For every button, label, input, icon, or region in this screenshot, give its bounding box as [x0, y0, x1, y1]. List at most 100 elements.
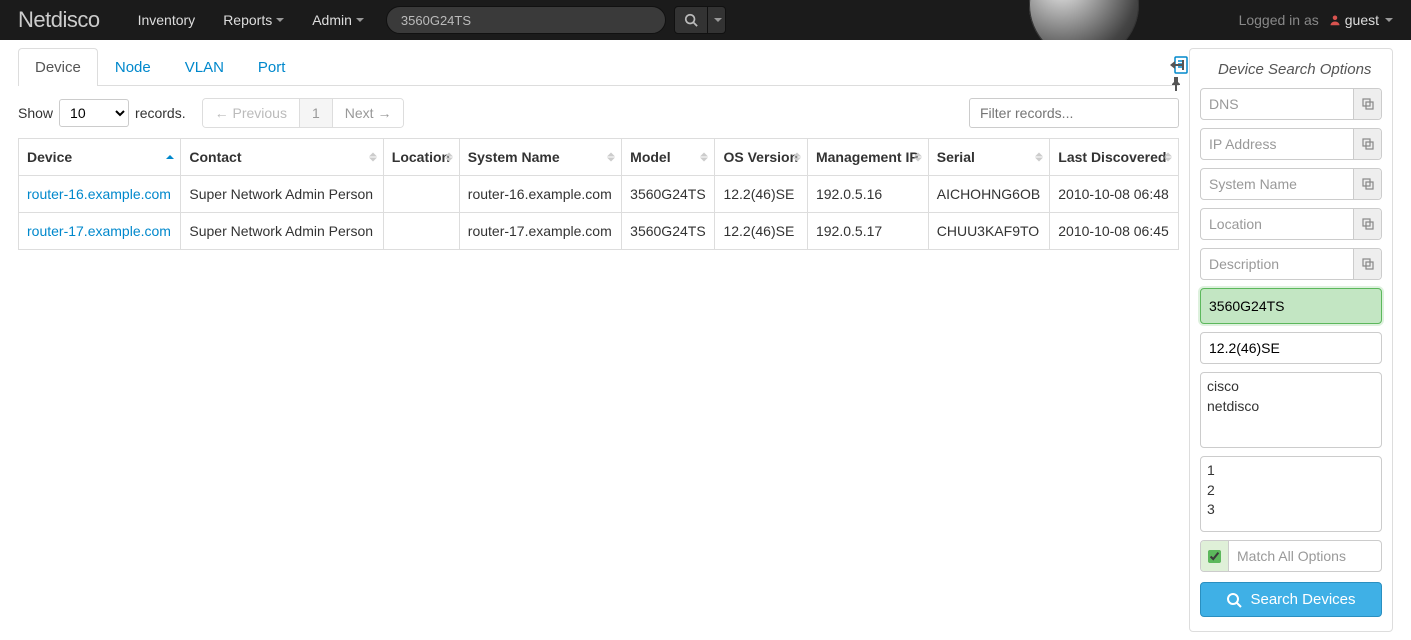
user-name: guest [1345, 12, 1379, 28]
nav-reports[interactable]: Reports [209, 0, 298, 40]
copy-icon [1362, 218, 1374, 230]
match-all-checkbox[interactable] [1208, 550, 1221, 563]
cell-location [383, 213, 459, 250]
search-icon [684, 13, 698, 27]
list-item[interactable]: 2 [1207, 481, 1375, 501]
filter-input[interactable] [969, 98, 1179, 128]
sort-icon [1164, 153, 1172, 162]
collapse-icon[interactable] [1170, 59, 1184, 71]
col-os-version[interactable]: OS Version [715, 139, 808, 176]
sort-icon [914, 153, 922, 162]
records-label: records. [135, 105, 186, 121]
cell-model: 3560G24TS [622, 176, 715, 213]
show-label: Show [18, 105, 53, 121]
copy-icon [1362, 138, 1374, 150]
brand: Netdisco [18, 7, 100, 33]
table-row: router-17.example.com Super Network Admi… [19, 213, 1179, 250]
col-contact[interactable]: Contact [181, 139, 383, 176]
list-item[interactable]: cisco [1207, 377, 1375, 397]
copy-button[interactable] [1353, 249, 1381, 279]
cell-location [383, 176, 459, 213]
col-device[interactable]: Device [19, 139, 181, 176]
pager: ← Previous 1 Next → [202, 98, 405, 128]
caret-icon [276, 18, 284, 22]
search-devices-label: Search Devices [1250, 591, 1355, 608]
model-filter-input[interactable] [1200, 288, 1382, 324]
navbar: Netdisco Inventory Reports Admin Logged … [0, 0, 1411, 40]
caret-icon [1385, 18, 1393, 22]
sort-icon [166, 155, 174, 159]
col-last-disc[interactable]: Last Discovered [1050, 139, 1179, 176]
sort-icon [793, 153, 801, 162]
cell-contact: Super Network Admin Person [181, 213, 383, 250]
os-filter-input[interactable] [1200, 332, 1382, 364]
disco-ball-decor [1019, 0, 1239, 40]
col-model[interactable]: Model [622, 139, 715, 176]
sort-icon [369, 153, 377, 162]
tab-port[interactable]: Port [241, 48, 303, 86]
pager-prev[interactable]: ← Previous [203, 99, 299, 127]
cell-last-disc: 2010-10-08 06:48 [1050, 176, 1179, 213]
nav-reports-label: Reports [223, 12, 272, 28]
caret-icon [356, 18, 364, 22]
col-system-name[interactable]: System Name [459, 139, 621, 176]
list-item[interactable]: netdisco [1207, 397, 1375, 417]
copy-button[interactable] [1353, 209, 1381, 239]
sort-icon [445, 153, 453, 162]
pager-page-1[interactable]: 1 [299, 99, 332, 127]
tab-vlan[interactable]: VLAN [168, 48, 241, 86]
cell-os-version: 12.2(46)SE [715, 213, 808, 250]
search-tabs: Device Node VLAN Port [18, 48, 1179, 86]
col-mgmt-ip[interactable]: Management IP [807, 139, 928, 176]
copy-button[interactable] [1353, 89, 1381, 119]
user-menu[interactable]: guest [1329, 12, 1393, 28]
search-split-button[interactable] [708, 6, 726, 34]
login-status-text: Logged in as [1239, 12, 1319, 28]
cell-last-disc: 2010-10-08 06:45 [1050, 213, 1179, 250]
sort-icon [1035, 153, 1043, 162]
tab-node[interactable]: Node [98, 48, 168, 86]
cell-system-name: router-16.example.com [459, 176, 621, 213]
device-link[interactable]: router-16.example.com [27, 186, 171, 202]
search-icon [1226, 592, 1242, 608]
device-table: Device Contact Location System Name Mode… [18, 138, 1179, 250]
tab-device[interactable]: Device [18, 48, 98, 86]
vendor-listbox[interactable]: cisco netdisco [1200, 372, 1382, 448]
cell-mgmt-ip: 192.0.5.16 [807, 176, 928, 213]
search-devices-button[interactable]: Search Devices [1200, 582, 1382, 617]
sort-icon [700, 153, 708, 162]
match-all-label: Match All Options [1229, 541, 1381, 571]
sort-icon [607, 153, 615, 162]
global-search [386, 6, 726, 34]
search-button[interactable] [674, 6, 708, 34]
list-item[interactable]: 3 [1207, 500, 1375, 520]
copy-button[interactable] [1353, 169, 1381, 199]
list-item[interactable]: 1 [1207, 461, 1375, 481]
copy-icon [1362, 258, 1374, 270]
page-size-select[interactable]: 10 [59, 99, 129, 127]
col-serial[interactable]: Serial [928, 139, 1050, 176]
user-icon [1329, 14, 1341, 26]
nav-admin-label: Admin [312, 12, 352, 28]
cell-serial: CHUU3KAF9TO [928, 213, 1050, 250]
match-all-row: Match All Options [1200, 540, 1382, 572]
cell-mgmt-ip: 192.0.5.17 [807, 213, 928, 250]
pin-icon[interactable] [1170, 77, 1184, 91]
nav-inventory[interactable]: Inventory [124, 0, 210, 40]
copy-icon [1362, 178, 1374, 190]
col-location[interactable]: Location [383, 139, 459, 176]
copy-icon [1362, 98, 1374, 110]
cell-os-version: 12.2(46)SE [715, 176, 808, 213]
cell-model: 3560G24TS [622, 213, 715, 250]
search-input[interactable] [386, 6, 666, 34]
cell-serial: AICHOHNG6OB [928, 176, 1050, 213]
device-link[interactable]: router-17.example.com [27, 223, 171, 239]
cell-system-name: router-17.example.com [459, 213, 621, 250]
nav-admin[interactable]: Admin [298, 0, 378, 40]
panel-title: Device Search Options [1218, 61, 1382, 78]
pager-next[interactable]: Next → [332, 99, 404, 127]
copy-button[interactable] [1353, 129, 1381, 159]
caret-icon [714, 18, 722, 22]
number-listbox[interactable]: 1 2 3 [1200, 456, 1382, 532]
table-row: router-16.example.com Super Network Admi… [19, 176, 1179, 213]
